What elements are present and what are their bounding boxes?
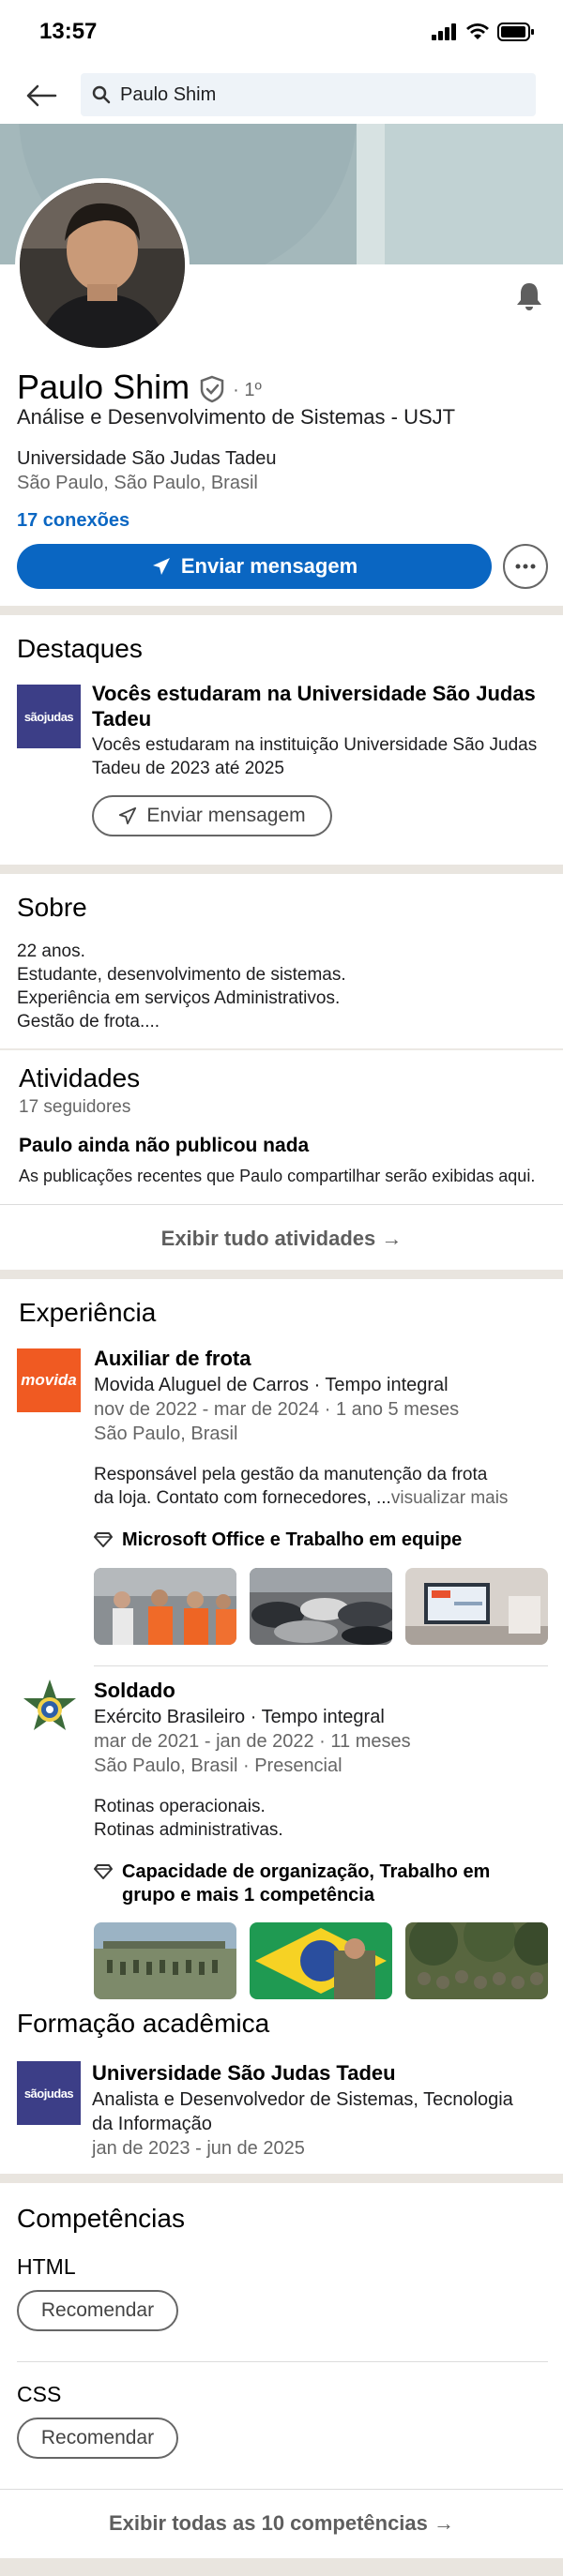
divider-line <box>94 1665 548 1666</box>
back-arrow-icon <box>26 84 57 107</box>
recommend-button[interactable]: Recomendar <box>17 2418 178 2459</box>
profile-name: Paulo Shim <box>17 368 190 406</box>
search-input[interactable] <box>120 83 514 106</box>
back-button[interactable] <box>23 77 60 114</box>
about-line: Experiência em serviços Administrativos. <box>17 988 341 1008</box>
divider-line <box>0 2489 563 2490</box>
job-media-thumbnail[interactable] <box>405 1922 548 1999</box>
job-media-thumbnail[interactable] <box>250 1568 392 1645</box>
job-skills-label: grupo e mais 1 competência <box>122 1885 374 1906</box>
notification-bell-icon[interactable] <box>512 279 546 313</box>
job-media-thumbnail[interactable] <box>250 1922 392 1999</box>
movida-logo[interactable]: movida <box>17 1348 81 1412</box>
search-icon <box>92 85 111 104</box>
job-media-thumbnail[interactable] <box>405 1568 548 1645</box>
skill-name[interactable]: HTML <box>17 2254 76 2280</box>
highlight-message-button[interactable]: Enviar mensagem <box>92 795 332 836</box>
profile-headline: Análise e Desenvolvimento de Sistemas - … <box>17 405 456 429</box>
skill-name[interactable]: CSS <box>17 2382 61 2407</box>
job-location: São Paulo, Brasil · Presencial <box>94 1755 342 1776</box>
send-icon <box>152 558 170 575</box>
status-icons <box>432 23 535 41</box>
job-media-thumbnail[interactable] <box>94 1922 236 1999</box>
job-desc-line: Responsável pela gestão da manutenção da… <box>94 1465 488 1484</box>
profile-location: São Paulo, São Paulo, Brasil <box>17 473 258 493</box>
send-icon <box>119 806 137 825</box>
section-divider <box>0 2174 563 2183</box>
job-skills[interactable]: Microsoft Office e Trabalho em equipe <box>94 1529 462 1552</box>
divider-line <box>0 1204 563 1205</box>
verified-shield-icon[interactable] <box>199 375 225 403</box>
job-media-thumbnail[interactable] <box>94 1568 236 1645</box>
activity-followers: 17 seguidores <box>19 1097 131 1117</box>
job-skills[interactable]: Capacidade de organização, Trabalho em g… <box>94 1860 490 1907</box>
education-school[interactable]: Universidade São Judas Tadeu <box>92 2061 396 2086</box>
job-desc-line: da loja. Contato com fornecedores, ... <box>94 1488 391 1508</box>
wifi-icon <box>466 23 489 39</box>
army-logo[interactable] <box>23 1677 77 1742</box>
education-title: Formação acadêmica <box>17 2009 270 2038</box>
education-degree: da Informação <box>92 2114 212 2134</box>
signal-icon <box>432 23 456 40</box>
connection-degree: · 1º <box>233 379 262 400</box>
job-dates: nov de 2022 - mar de 2024 · 1 ano 5 mese… <box>94 1399 460 1420</box>
profile-school[interactable]: Universidade São Judas Tadeu <box>17 448 276 470</box>
job-title[interactable]: Soldado <box>94 1679 175 1703</box>
education-dates: jan de 2023 - jun de 2025 <box>92 2138 305 2159</box>
search-box[interactable] <box>81 73 536 116</box>
highlights-title: Destaques <box>17 634 143 663</box>
recommend-button[interactable]: Recomendar <box>17 2290 178 2331</box>
name-row: Paulo Shim · 1º <box>17 368 262 407</box>
section-divider <box>0 1048 563 1050</box>
skills-title: Competências <box>17 2204 185 2233</box>
job-company: Exército Brasileiro · Tempo integral <box>94 1707 385 1727</box>
experience-title: Experiência <box>19 1298 157 1327</box>
job-location: São Paulo, Brasil <box>94 1424 238 1444</box>
job-skills-label: Capacidade de organização, Trabalho em <box>122 1861 491 1882</box>
education-degree: Analista e Desenvolvedor de Sistemas, Te… <box>92 2089 513 2110</box>
about-line: 22 anos. <box>17 942 85 961</box>
more-options-button[interactable] <box>503 544 548 589</box>
battery-icon <box>497 23 534 41</box>
status-time: 13:57 <box>39 19 98 44</box>
profile-avatar[interactable] <box>15 178 190 353</box>
section-divider <box>0 2558 563 2576</box>
show-all-skills-button[interactable]: Exibir todas as 10 competências → <box>0 2494 563 2553</box>
job-dates: mar de 2021 - jan de 2022 · 11 meses <box>94 1731 411 1752</box>
about-title: Sobre <box>17 893 87 922</box>
section-divider <box>0 606 563 615</box>
activity-empty-title: Paulo ainda não publicou nada <box>19 1135 310 1156</box>
job-desc-line: Rotinas operacionais. <box>94 1797 266 1816</box>
about-line: Gestão de frota.... <box>17 1012 160 1032</box>
job-skills-label: Microsoft Office e Trabalho em equipe <box>122 1529 463 1550</box>
highlight-item-text: Vocês estudaram na instituição Universid… <box>92 735 538 778</box>
activity-empty-desc: As publicações recentes que Paulo compar… <box>19 1167 536 1185</box>
section-divider <box>0 1270 563 1279</box>
send-message-button[interactable]: Enviar mensagem <box>17 544 492 589</box>
skill-diamond-icon <box>94 1864 113 1879</box>
job-desc-line: Rotinas administrativas. <box>94 1820 283 1840</box>
job-company: Movida Aluguel de Carros · Tempo integra… <box>94 1375 449 1395</box>
about-line: Estudante, desenvolvimento de sistemas. <box>17 965 346 985</box>
skill-diamond-icon <box>94 1532 113 1547</box>
about-text[interactable]: 22 anos. Estudante, desenvolvimento de s… <box>17 940 346 1033</box>
divider-line <box>17 2361 548 2362</box>
job-title[interactable]: Auxiliar de frota <box>94 1347 251 1371</box>
connections-link[interactable]: 17 conexões <box>17 510 129 532</box>
more-dots-icon <box>515 564 536 569</box>
send-message-label: Enviar mensagem <box>180 554 358 578</box>
highlight-item-title: Vocês estudaram na Universidade São Juda… <box>92 682 536 731</box>
usjt-logo[interactable]: sãojudas <box>17 685 81 748</box>
status-bar: 13:57 <box>0 0 563 68</box>
highlight-message-label: Enviar mensagem <box>146 805 306 826</box>
job-description: Rotinas operacionais. Rotinas administra… <box>94 1795 548 1842</box>
see-more-link[interactable]: visualizar mais <box>391 1488 509 1508</box>
show-all-activity-button[interactable]: Exibir tudo atividades → <box>0 1210 563 1268</box>
search-row <box>0 68 563 122</box>
usjt-logo[interactable]: sãojudas <box>17 2061 81 2125</box>
job-description: Responsável pela gestão da manutenção da… <box>94 1463 548 1510</box>
activity-title: Atividades <box>19 1063 141 1092</box>
section-divider <box>0 865 563 874</box>
